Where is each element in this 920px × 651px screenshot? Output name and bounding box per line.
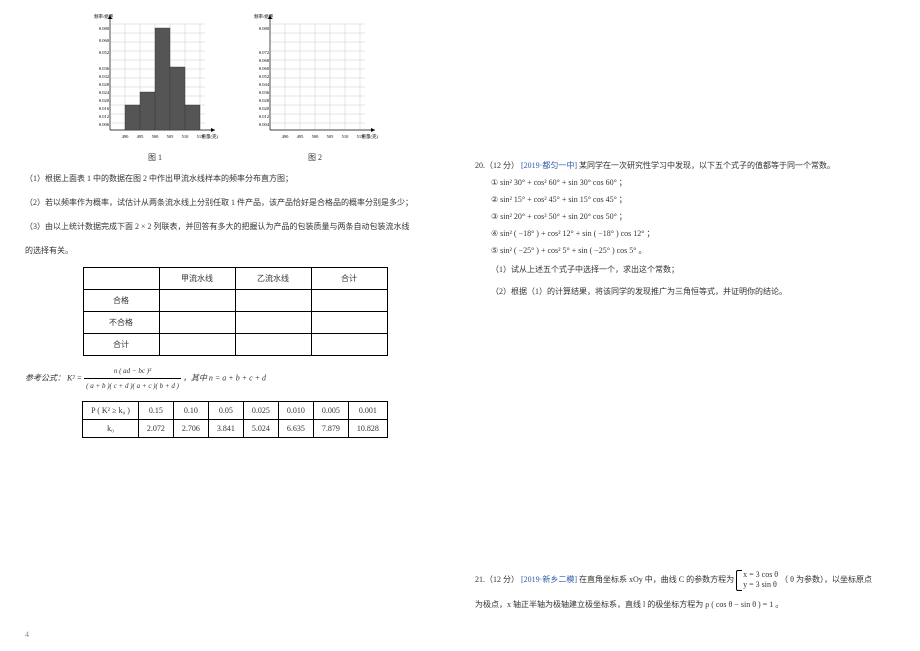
svg-text:重量(克): 重量(克) <box>362 133 379 140</box>
svg-text:0.052: 0.052 <box>99 50 109 55</box>
q20-sub2: （2）根据（1）的计算结果，将该同学的发现推广为三角恒等式，并证明你的结论。 <box>475 284 895 300</box>
svg-text:0.020: 0.020 <box>99 98 110 103</box>
svg-text:0.052: 0.052 <box>259 74 269 79</box>
source-tag: [2019·新乡二模] <box>521 575 577 584</box>
svg-text:0.072: 0.072 <box>259 50 269 55</box>
formula-var: K² = <box>67 373 84 382</box>
page-number: 4 <box>25 630 29 639</box>
svg-text:0.044: 0.044 <box>259 82 270 87</box>
svg-text:0.016: 0.016 <box>99 106 110 111</box>
probability-table: P ( K² ≥ k₀ ) 0.15 0.10 0.05 0.025 0.010… <box>82 401 388 438</box>
q2-line: （2）若以频率作为概率，试估计从两条流水线上分别任取 1 件产品，该产品恰好是合… <box>25 195 445 211</box>
formula-prefix: 参考公式： <box>25 373 65 382</box>
svg-text:0.028: 0.028 <box>99 82 110 87</box>
svg-text:0.012: 0.012 <box>259 114 269 119</box>
svg-text:0.032: 0.032 <box>99 74 109 79</box>
svg-text:0.024: 0.024 <box>99 90 110 95</box>
question-20: 20.（12 分） [2019·都匀一中] 某同学在一次研究性学习中发现，以下五… <box>475 160 895 300</box>
fig1-label: 图 1 <box>90 152 220 163</box>
svg-text:0.004: 0.004 <box>259 122 270 127</box>
equation-5: ⑤ sin² ( −25° ) + cos² 5° + sin ( −25° )… <box>475 245 895 256</box>
q3-line-b: 的选择有关。 <box>25 243 445 259</box>
chart-2: 0.004 0.012 0.020 0.028 0.036 0.044 0.052 0.… <box>250 10 380 163</box>
fig2-label: 图 2 <box>250 152 380 163</box>
svg-text:0.060: 0.060 <box>99 38 110 43</box>
table-row: 甲流水线 乙流水线 合计 <box>83 268 387 290</box>
svg-text:505: 505 <box>167 134 175 139</box>
svg-text:495: 495 <box>137 134 145 139</box>
svg-text:490: 490 <box>282 134 290 139</box>
svg-text:0.036: 0.036 <box>259 90 270 95</box>
left-column: 0.006 0.012 0.016 0.020 0.024 0.028 0.032 0.… <box>0 0 460 651</box>
svg-text:0.036: 0.036 <box>99 66 110 71</box>
svg-text:500: 500 <box>312 134 320 139</box>
svg-text:0.012: 0.012 <box>99 114 109 119</box>
equation-2: ② sin² 15° + cos² 45° + sin 15° cos 45° … <box>475 194 895 205</box>
formula-line: 参考公式： K² = n ( ad − bc )² ( a + b )( c +… <box>25 364 445 393</box>
svg-text:505: 505 <box>327 134 335 139</box>
equation-3: ③ sin² 20° + cos² 50° + sin 20° cos 50° … <box>475 211 895 222</box>
table-row: 合计 <box>83 334 387 356</box>
table-row: 合格 <box>83 290 387 312</box>
q1-line: （1）根据上面表 1 中的数据在图 2 中作出甲流水线样本的频率分布直方图； <box>25 171 445 187</box>
contingency-table: 甲流水线 乙流水线 合计 合格 不合格 合计 <box>83 267 388 356</box>
svg-text:0.080: 0.080 <box>259 26 270 31</box>
equation-1: ① sin² 30° + cos² 60° + sin 30° cos 60° … <box>475 177 895 188</box>
question-21: 21.（12 分） [2019·新乡二模] 在直角坐标系 xOy 中，曲线 C … <box>475 570 895 613</box>
source-tag: [2019·都匀一中] <box>521 161 577 170</box>
table-row: P ( K² ≥ k₀ ) 0.15 0.10 0.05 0.025 0.010… <box>83 402 388 420</box>
formula-suffix: ，其中 n = a + b + c + d <box>183 373 266 382</box>
svg-text:500: 500 <box>152 134 160 139</box>
table-row: 不合格 <box>83 312 387 334</box>
equation-4: ④ sin² ( −18° ) + cos² 12° + sin ( −18° … <box>475 228 895 239</box>
formula-fraction: n ( ad − bc )² ( a + b )( c + d )( a + c… <box>84 364 181 393</box>
svg-text:490: 490 <box>122 134 130 139</box>
svg-text:重量(克): 重量(克) <box>202 133 219 140</box>
svg-text:0.020: 0.020 <box>259 106 270 111</box>
q21-line1: 21.（12 分） [2019·新乡二模] 在直角坐标系 xOy 中，曲线 C … <box>475 570 895 591</box>
cases-bracket: x = 3 cos θ y = 3 sin θ <box>736 570 778 591</box>
right-column: 20.（12 分） [2019·都匀一中] 某同学在一次研究性学习中发现，以下五… <box>460 0 920 651</box>
svg-text:0.068: 0.068 <box>259 58 270 63</box>
svg-text:510: 510 <box>342 134 350 139</box>
svg-text:510: 510 <box>182 134 190 139</box>
svg-text:频率/组距: 频率/组距 <box>94 13 114 20</box>
q21-line2: 为极点，x 轴正半轴为极轴建立极坐标系，直线 l 的极坐标方程为 ρ ( cos… <box>475 597 895 613</box>
svg-text:频率/组距: 频率/组距 <box>254 13 274 20</box>
chart-1: 0.006 0.012 0.016 0.020 0.024 0.028 0.032 0.… <box>90 10 220 163</box>
q3-line-a: （3）由以上统计数据完成下面 2 × 2 列联表，并回答有多大的把握认为产品的包… <box>25 219 445 235</box>
q20-header: 20.（12 分） [2019·都匀一中] 某同学在一次研究性学习中发现，以下五… <box>475 160 895 171</box>
svg-text:0.006: 0.006 <box>99 122 110 127</box>
svg-text:0.080: 0.080 <box>99 26 110 31</box>
svg-text:0.028: 0.028 <box>259 98 270 103</box>
svg-text:495: 495 <box>297 134 305 139</box>
charts-row: 0.006 0.012 0.016 0.020 0.024 0.028 0.032 0.… <box>25 10 445 163</box>
q20-sub1: （1）试从上述五个式子中选择一个，求出这个常数； <box>475 262 895 278</box>
table-row: k₀ 2.072 2.706 3.841 5.024 6.635 7.879 1… <box>83 420 388 438</box>
svg-text:0.060: 0.060 <box>259 66 270 71</box>
